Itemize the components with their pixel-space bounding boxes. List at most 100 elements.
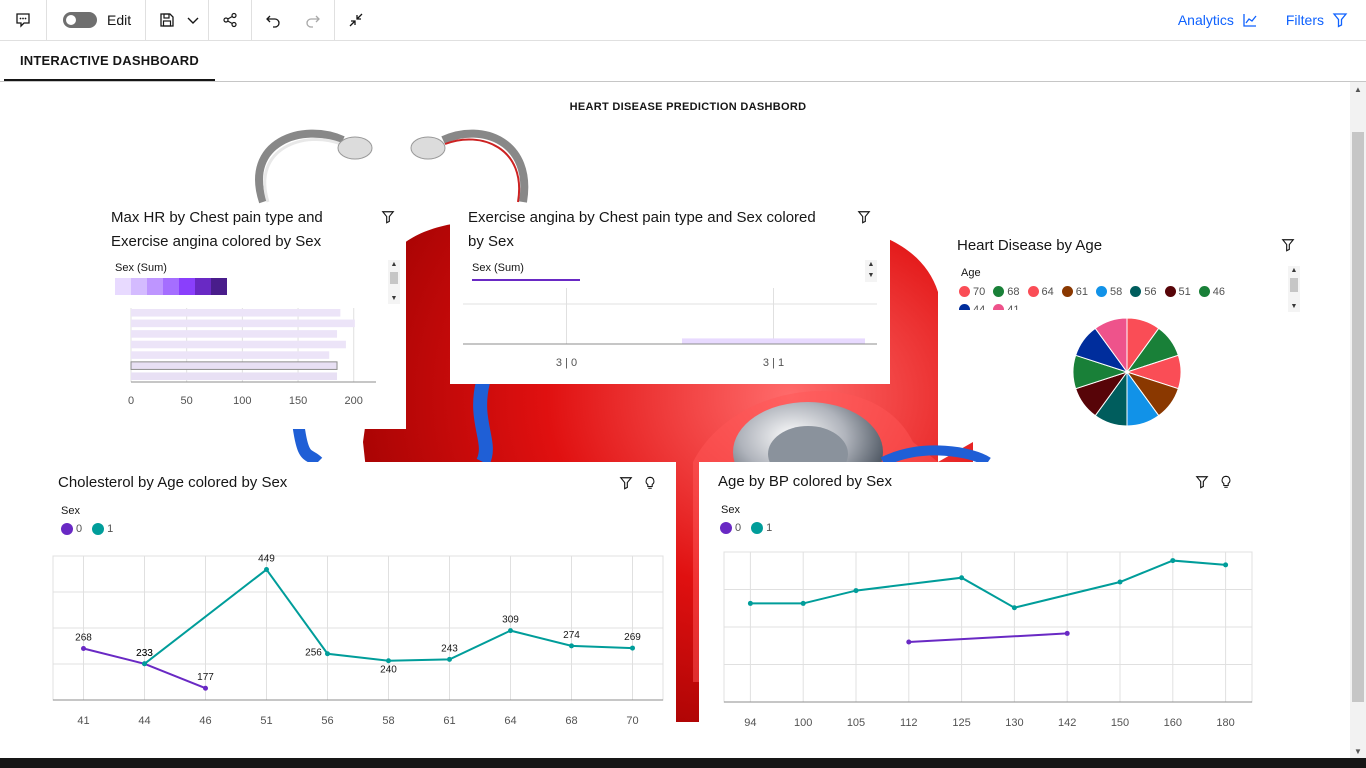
data-label: 274	[563, 630, 580, 641]
filters-label: Filters	[1285, 12, 1324, 28]
x-tick-label: 180	[1216, 717, 1234, 729]
share-button[interactable]	[215, 5, 245, 35]
legend-title: Age	[961, 267, 981, 279]
x-tick-label: 112	[900, 717, 918, 729]
x-tick-label: 50	[181, 395, 193, 407]
save-button[interactable]	[152, 5, 182, 35]
legend-label: 70	[973, 285, 986, 298]
legend-label: 44	[973, 303, 986, 311]
data-point	[630, 645, 635, 651]
chol-legend: 01	[61, 522, 261, 538]
scroll-thumb[interactable]	[1352, 132, 1364, 702]
toolbar: Edit Analytics Filters	[0, 0, 1366, 41]
dashboard-title: HEART DISEASE PREDICTION DASHBORD	[569, 101, 807, 113]
legend-swatch	[61, 523, 73, 535]
legend-label: 46	[1212, 285, 1225, 298]
legend-item[interactable]: 70	[959, 285, 985, 298]
scroll-down-icon[interactable]: ▼	[388, 294, 400, 304]
legend-item[interactable]: 58	[1096, 285, 1122, 298]
redo-button[interactable]	[298, 5, 328, 35]
bottom-bar	[0, 758, 1366, 768]
data-label: 233	[136, 648, 153, 659]
save-icon	[160, 13, 174, 27]
x-tick-label: 94	[744, 717, 756, 729]
tile-filter-button[interactable]	[1195, 475, 1209, 489]
share-icon	[223, 12, 237, 28]
legend-scrollbar[interactable]: ▲ ▼	[388, 260, 400, 304]
scroll-down-icon[interactable]: ▼	[865, 271, 877, 281]
tile-cholesterol-age[interactable]: Cholesterol by Age colored by Sex Sex 01…	[35, 462, 676, 758]
scroll-up-icon[interactable]: ▲	[865, 260, 877, 270]
bar	[131, 319, 355, 328]
collapse-button[interactable]	[341, 5, 371, 35]
legend-item[interactable]: 41	[993, 303, 1020, 310]
tile-filter-button[interactable]	[857, 210, 871, 224]
legend-item[interactable]: 46	[1198, 285, 1225, 298]
tile-heart-disease-age[interactable]: Heart Disease by Age Age 70 68 64 61 58 56 51 4…	[949, 232, 1309, 432]
legend-item[interactable]: 1	[751, 522, 772, 534]
x-tick-label: 150	[1111, 717, 1129, 729]
comment-button[interactable]	[8, 5, 38, 35]
legend-swatch	[1198, 286, 1210, 297]
legend-item[interactable]: 64	[1027, 285, 1054, 298]
page-scrollbar[interactable]: ▲ ▼	[1350, 82, 1366, 758]
tile-age-bp[interactable]: Age by BP colored by Sex Sex 01 94 100 105…	[699, 462, 1259, 758]
data-point	[1011, 605, 1017, 611]
tile-title: Age by BP colored by Sex	[718, 473, 892, 490]
legend-title: Sex (Sum)	[472, 262, 524, 274]
bar	[131, 372, 338, 380]
tile-insight-button[interactable]	[643, 476, 657, 490]
redo-icon	[306, 15, 321, 28]
analytics-icon	[1243, 14, 1257, 27]
tile-title: Max HR by Chest pain type and Exercise a…	[111, 206, 361, 254]
x-tick-label: 61	[443, 715, 455, 727]
data-label: 240	[380, 665, 397, 676]
tile-filter-button[interactable]	[619, 476, 633, 490]
legend-label: 1	[107, 523, 114, 535]
legend-item[interactable]: 51	[1164, 285, 1191, 298]
legend-item[interactable]: 56	[1130, 285, 1157, 298]
legend-item[interactable]: 1	[92, 523, 113, 535]
x-tick-label: 56	[321, 715, 333, 727]
legend-label: 61	[1075, 285, 1088, 298]
tab-interactive-dashboard[interactable]: INTERACTIVE DASHBOARD	[4, 41, 215, 81]
legend-item[interactable]: 68	[993, 285, 1020, 298]
x-tick-label: 100	[794, 717, 812, 729]
data-label: 256	[305, 648, 322, 659]
comment-icon	[16, 13, 30, 28]
legend-item[interactable]: 44	[959, 303, 985, 310]
tile-filter-button[interactable]	[1281, 238, 1295, 252]
x-tick-label: 64	[504, 715, 516, 727]
legend-item[interactable]: 0	[61, 523, 82, 535]
scroll-up-icon[interactable]: ▲	[388, 260, 400, 270]
undo-button[interactable]	[258, 5, 288, 35]
data-label: 309	[502, 615, 519, 626]
save-menu-button[interactable]	[182, 5, 204, 35]
tile-exercise-angina[interactable]: Exercise angina by Chest pain type and S…	[450, 204, 890, 384]
tile-max-hr[interactable]: Max HR by Chest pain type and Exercise a…	[101, 204, 406, 429]
data-label: 449	[258, 554, 275, 565]
x-tick-label: 0	[128, 395, 134, 407]
bar	[131, 351, 330, 359]
scroll-up-icon[interactable]: ▲	[1350, 82, 1366, 96]
x-tick-label: 58	[382, 715, 394, 727]
scroll-up-icon[interactable]: ▲	[1288, 266, 1300, 276]
pie-legend: 70 68 64 61 58 56 51 46 44 41	[959, 284, 1259, 310]
tab-bar: INTERACTIVE DASHBOARD	[0, 41, 1366, 82]
scroll-down-icon[interactable]: ▼	[1288, 302, 1300, 312]
x-tick-label: 100	[233, 395, 251, 407]
tile-filter-button[interactable]	[381, 210, 395, 224]
legend-scrollbar[interactable]: ▲ ▼	[865, 260, 877, 282]
data-point	[142, 661, 147, 667]
scroll-down-icon[interactable]: ▼	[1350, 744, 1366, 758]
analytics-button[interactable]: Analytics	[1168, 12, 1268, 28]
tile-insight-button[interactable]	[1219, 475, 1233, 489]
lightbulb-icon	[645, 476, 655, 489]
legend-item[interactable]: 61	[1061, 285, 1088, 298]
legend-title: Sex	[61, 505, 80, 517]
legend-scrollbar[interactable]: ▲ ▼	[1288, 266, 1300, 312]
filters-button[interactable]: Filters	[1276, 12, 1358, 28]
edit-toggle[interactable]	[63, 12, 97, 28]
legend-item[interactable]: 0	[720, 522, 741, 534]
tile-title: Heart Disease by Age	[957, 237, 1103, 254]
